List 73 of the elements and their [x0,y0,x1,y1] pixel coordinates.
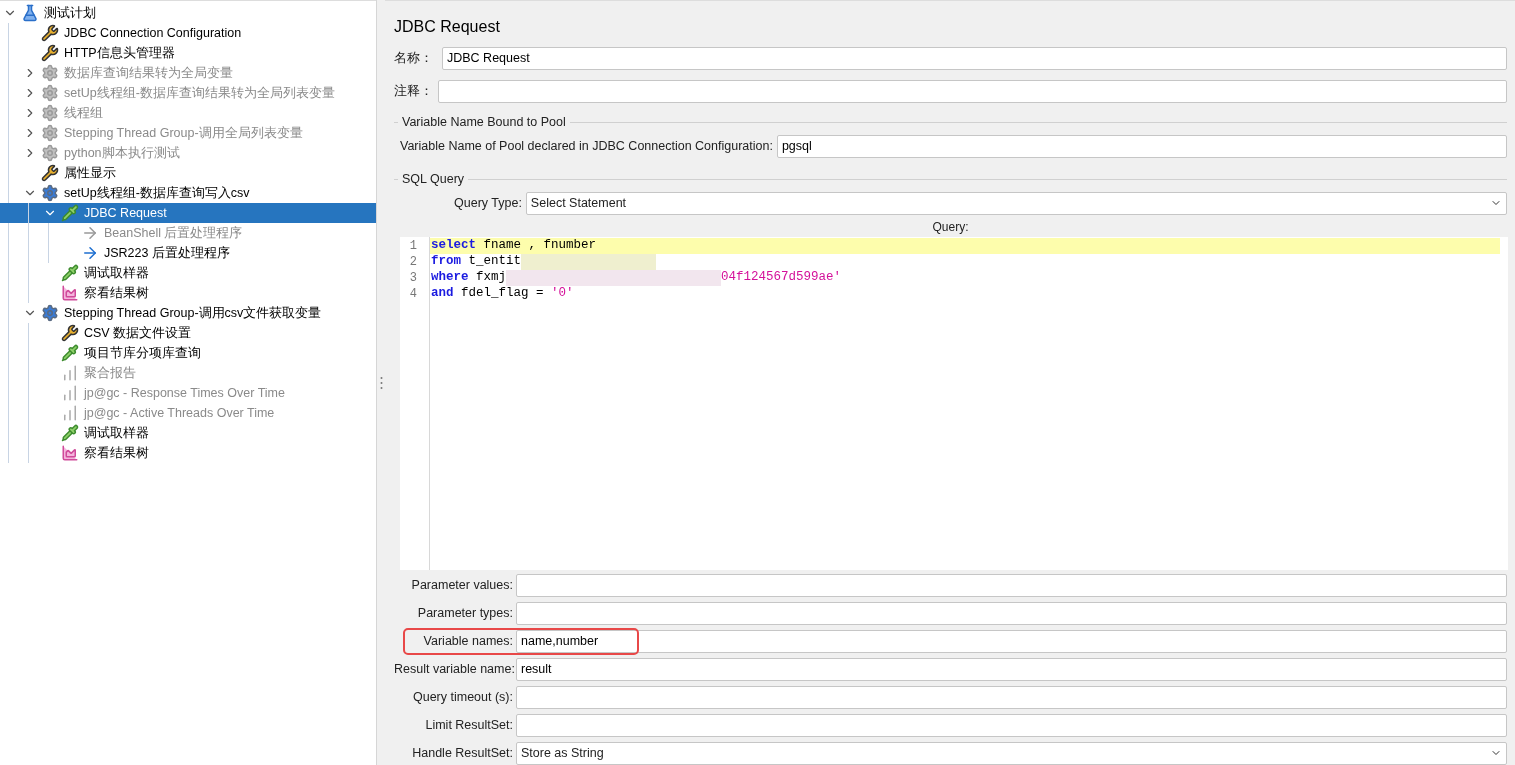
input-field[interactable] [516,574,1507,597]
wrench-icon [61,324,79,342]
tree-item[interactable]: 测试计划 [0,3,376,23]
gear-icon [41,84,59,102]
input-field[interactable] [516,714,1507,737]
code-line: and fdel_flag = '0' [430,285,575,302]
gear-icon [41,184,59,202]
input-field[interactable] [516,602,1507,625]
arrow-icon [81,244,99,262]
input-field[interactable]: name,number [516,630,1507,653]
tree-item[interactable]: JDBC Request [0,203,376,223]
bar-chart-icon [61,384,79,402]
field-label: 名称： [394,50,434,68]
tree-item[interactable]: JSR223 后置处理程序 [0,243,376,263]
input-field[interactable]: JDBC Request [442,47,1507,70]
code-editor[interactable]: 1 2 3 4 select fname , fnumber from t_entit where fxmj 04f124567d599ae' and fdel_flag = '0' [400,236,1508,570]
tree-item[interactable]: 属性显示 [0,163,376,183]
field-label: Variable Name of Pool declared in JDBC Connection Configuration: [400,138,773,155]
split-handle[interactable] [376,0,385,765]
code-line: from t_entit [430,253,1500,270]
gear-icon [41,124,59,142]
input-field[interactable]: pgsql [776,134,1507,158]
input-field[interactable]: result [516,658,1507,681]
chart-icon [61,284,79,302]
tree-item[interactable]: 调试取样器 [0,423,376,443]
line-number: 3 [409,269,417,286]
input-field[interactable] [516,686,1507,709]
line-number: 4 [409,285,417,302]
gear-icon [41,64,59,82]
panel-title: JDBC Request [394,17,501,37]
gear-icon [41,104,59,122]
wrench-icon [41,24,59,42]
tree-item[interactable]: JDBC Connection Configuration [0,23,376,43]
pipette-icon [61,264,79,282]
gear-icon [41,304,59,322]
tree-item[interactable]: CSV 数据文件设置 [0,323,376,343]
tree-item[interactable]: Stepping Thread Group-调用csv文件获取变量 [0,303,376,323]
group-title: SQL Query [402,170,465,188]
chart-icon [61,444,79,462]
bar-chart-icon [61,404,79,422]
field-label: Result variable name: [394,661,513,679]
input-field[interactable] [438,80,1507,104]
bar-chart-icon [61,364,79,382]
field-label: Parameter values: [410,577,513,595]
pipette-icon [61,344,79,362]
field-label: Query timeout (s): [411,689,513,707]
field-label: Query: [932,218,969,236]
gear-icon [41,144,59,162]
pipette-icon [61,204,79,222]
pipette-icon [61,424,79,442]
field-label: Handle ResultSet: [411,745,513,763]
arrow-icon [81,224,99,242]
wrench-icon [41,44,59,62]
tree-item[interactable]: 调试取样器 [0,263,376,283]
tree-item[interactable]: 察看结果树 [0,443,376,463]
field-label: Limit ResultSet: [424,717,513,735]
grip-icon [379,375,383,390]
field-label: Query Type: [454,194,522,212]
dropdown[interactable]: Select Statement [525,191,1507,215]
line-number: 1 [409,237,417,254]
field-label: 注释： [394,83,434,101]
field-label: Parameter types: [416,605,513,623]
dropdown[interactable]: Store as String [516,742,1507,765]
tree-item[interactable]: HTTP信息头管理器 [0,43,376,63]
tree-item[interactable]: setUp线程组-数据库查询写入csv [0,183,376,203]
group-title: Variable Name Bound to Pool [402,114,566,132]
flask-icon [21,4,39,22]
wrench-icon [41,164,59,182]
tree-item[interactable]: 项目节库分项库查询 [0,343,376,363]
tree-item[interactable]: 察看结果树 [0,283,376,303]
code-line: where fxmj 04f124567d599ae' [430,269,843,286]
field-label: Variable names: [422,633,513,651]
line-number: 2 [409,253,417,270]
